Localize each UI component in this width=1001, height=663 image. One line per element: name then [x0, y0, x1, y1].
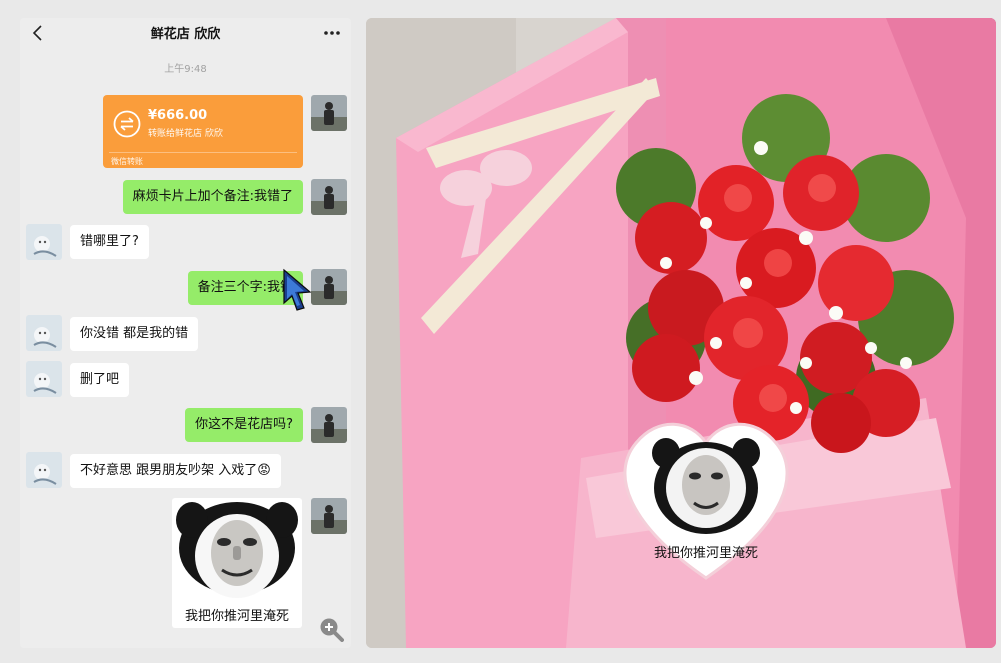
flower-box-photo: 我把你推河里淹死 — [366, 18, 996, 648]
sticker-caption: 我把你推河里淹死 — [184, 609, 289, 624]
my-avatar[interactable] — [311, 498, 347, 534]
contact-avatar[interactable] — [26, 224, 62, 260]
transfer-footer: 微信转账 — [111, 157, 143, 166]
chevron-left-icon[interactable] — [30, 24, 46, 42]
my-avatar[interactable] — [311, 407, 347, 443]
mouse-cursor-icon — [283, 268, 312, 311]
transfer-arrows-icon — [113, 110, 141, 138]
panda-face-icon — [176, 502, 298, 598]
card-caption: 我把你推河里淹死 — [653, 546, 758, 561]
transfer-card[interactable]: ¥666.00 转账给鲜花店 欣欣 微信转账 — [103, 95, 303, 168]
my-avatar[interactable] — [311, 269, 347, 305]
message-bubble-theirs[interactable]: 不好意思 跟男朋友吵架 入戏了😡 — [70, 454, 281, 488]
my-avatar[interactable] — [311, 179, 347, 215]
chat-screenshot: 鲜花店 欣欣 上午9:48 ¥666.00 转账给鲜花店 欣欣 微信转账 麻烦卡… — [20, 18, 351, 648]
chat-title: 鲜花店 欣欣 — [150, 27, 221, 42]
chat-header: 鲜花店 欣欣 — [20, 18, 351, 48]
more-dots-icon[interactable] — [323, 26, 341, 40]
contact-avatar[interactable] — [26, 361, 62, 397]
contact-avatar[interactable] — [26, 315, 62, 351]
panda-meme-sticker[interactable]: 我把你推河里淹死 — [172, 498, 302, 628]
message-bubble-mine[interactable]: 你这不是花店吗? — [185, 408, 303, 442]
message-bubble-theirs[interactable]: 错哪里了? — [70, 225, 149, 259]
transfer-description: 转账给鲜花店 欣欣 — [148, 129, 223, 139]
message-timestamp: 上午9:48 — [164, 64, 207, 75]
transfer-amount: ¥666.00 — [148, 108, 208, 123]
message-bubble-theirs[interactable]: 你没错 都是我的错 — [70, 317, 199, 351]
message-bubble-mine[interactable]: 麻烦卡片上加个备注:我错了 — [122, 180, 303, 214]
contact-avatar[interactable] — [26, 452, 62, 488]
message-bubble-theirs[interactable]: 删了吧 — [70, 363, 130, 397]
zoom-in-icon[interactable] — [318, 616, 344, 642]
transfer-divider — [109, 152, 297, 153]
my-avatar[interactable] — [311, 95, 347, 131]
